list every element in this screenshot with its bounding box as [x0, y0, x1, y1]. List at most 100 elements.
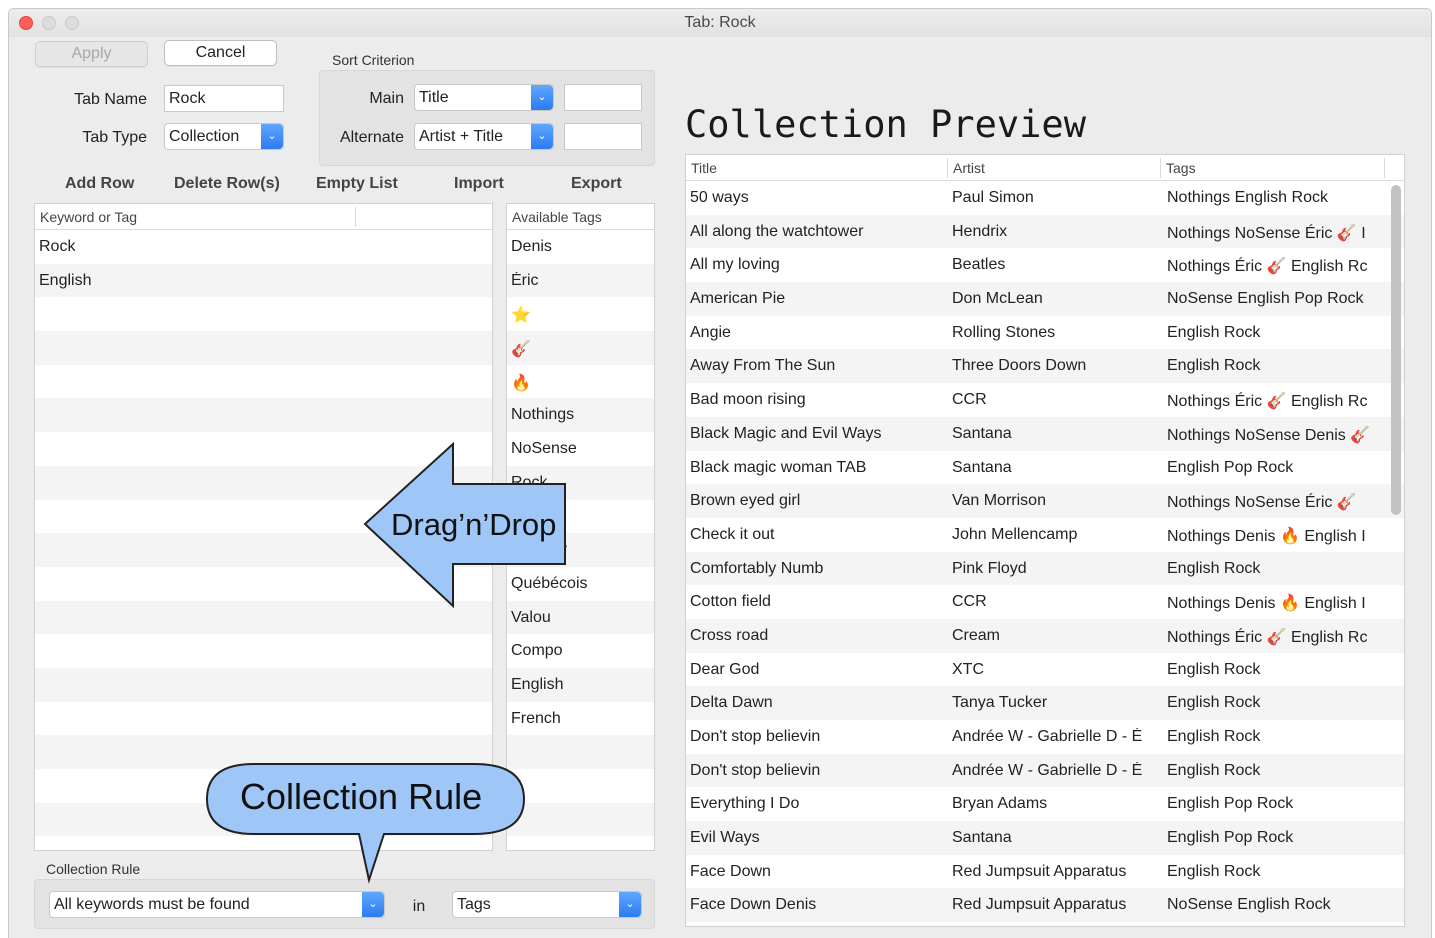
available-tags-row[interactable]: Éric — [507, 263, 654, 298]
apply-button[interactable]: Apply — [35, 41, 148, 67]
keyword-table-row[interactable] — [35, 702, 492, 736]
export-button[interactable]: Export — [571, 175, 622, 193]
preview-table-row[interactable]: Face Down Red Jumpsuit Apparatus English R… — [686, 855, 1404, 889]
available-tags-row[interactable] — [507, 735, 654, 769]
artist-cell: Van Morrison — [952, 492, 1046, 510]
available-tags-row[interactable]: French — [507, 702, 654, 736]
drag-drop-label: Drag’n’Drop — [391, 507, 557, 542]
sort-main-extra-field[interactable] — [564, 84, 642, 111]
tags-cell: Nothings NoSense Éric 🎸 — [1167, 494, 1357, 512]
available-tags-row[interactable]: Nothings — [507, 398, 654, 433]
tag-cell: French — [511, 709, 561, 727]
available-tags-row[interactable]: Denis — [507, 230, 654, 264]
keyword-column-header[interactable]: Keyword or Tag — [40, 209, 137, 225]
preview-table-row[interactable]: Cotton field CCR Nothings Denis 🔥 English … — [686, 585, 1404, 619]
available-tags-row[interactable]: 🎸 — [507, 331, 654, 365]
artist-cell: Santana — [952, 458, 1012, 476]
song-title-cell: Bad moon rising — [690, 391, 806, 409]
preview-table-row[interactable]: Bad moon rising CCR Nothings Éric 🎸 Englis… — [686, 383, 1404, 417]
song-title-cell: Face Down Denis — [690, 896, 817, 914]
import-button[interactable]: Import — [454, 175, 504, 193]
add-row-button[interactable]: Add Row — [65, 175, 134, 193]
preview-table-row[interactable]: Check it out John Mellencamp Nothings Deni… — [686, 518, 1404, 552]
sort-alternate-value: Artist + Title — [419, 128, 504, 145]
preview-table-row[interactable]: All along the watchtower Hendrix Nothings … — [686, 214, 1404, 249]
preview-table-row[interactable]: Brown eyed girl Van Morrison Nothings NoSe… — [686, 484, 1404, 518]
preview-table-row[interactable]: Evil Ways Santana English Pop Rock — [686, 821, 1404, 855]
available-tags-row[interactable] — [507, 802, 654, 837]
keyword-table-row[interactable]: Rock — [35, 230, 492, 264]
preview-table-row[interactable]: Angie Rolling Stones English Rock — [686, 316, 1404, 350]
song-title-cell: Cross road — [690, 626, 769, 644]
keyword-table-row[interactable] — [35, 667, 492, 702]
keyword-table-row[interactable] — [35, 331, 492, 365]
preview-table-row[interactable]: Cross road Cream Nothings Éric 🎸 English R… — [686, 618, 1404, 653]
keyword-table-row[interactable] — [35, 365, 492, 399]
artist-cell: Cream — [952, 626, 1001, 644]
sort-alternate-label: Alternate — [339, 129, 404, 146]
tag-cell: Compo — [511, 642, 563, 660]
song-title-cell: Evil Ways — [690, 829, 760, 847]
available-tags-row[interactable]: English — [507, 667, 654, 702]
tag-cell: Éric — [511, 271, 539, 289]
available-tags-row[interactable]: 🔥 — [507, 365, 654, 399]
available-tags-row[interactable]: Compo — [507, 634, 654, 668]
artist-cell: Rolling Stones — [952, 323, 1056, 341]
artist-cell: Don McLean — [952, 290, 1043, 308]
tags-column-header[interactable]: Tags — [1166, 160, 1196, 176]
artist-cell: Three Doors Down — [952, 357, 1087, 375]
artist-cell: Tanya Tucker — [952, 694, 1048, 712]
song-title-cell: Check it out — [690, 525, 775, 543]
rule-condition-popup[interactable]: All keywords must be found ⌄ — [49, 891, 385, 918]
empty-list-button[interactable]: Empty List — [316, 175, 398, 193]
available-tags-column-header[interactable]: Available Tags — [512, 209, 602, 225]
preview-scrollbar[interactable] — [1391, 185, 1401, 916]
keyword-table-header: Keyword or Tag — [35, 204, 492, 230]
cancel-button[interactable]: Cancel — [164, 40, 277, 66]
keyword-table-row[interactable] — [35, 297, 492, 331]
preview-table-row[interactable]: Black magic woman TAB Santana English Pop … — [686, 451, 1404, 485]
tab-name-field[interactable]: Rock — [164, 85, 284, 112]
sort-main-popup[interactable]: Title ⌄ — [414, 84, 554, 111]
preview-table-row[interactable]: Away From The Sun Three Doors Down English… — [686, 349, 1404, 384]
preview-table-row[interactable]: Don't stop believin Andrée W - Gabrielle … — [686, 753, 1404, 788]
preview-table-row[interactable]: 50 ways Paul Simon Nothings English Rock — [686, 181, 1404, 215]
artist-column-header[interactable]: Artist — [953, 160, 985, 176]
chevron-updown-icon: ⌄ — [531, 85, 553, 110]
keyword-cell: Rock — [39, 238, 76, 255]
preview-table-row[interactable]: Comfortably Numb Pink Floyd English Rock — [686, 551, 1404, 586]
song-title-cell: Delta Dawn — [690, 694, 773, 712]
keyword-table-row[interactable] — [35, 634, 492, 668]
preview-scroll-thumb[interactable] — [1391, 185, 1401, 515]
preview-table-row[interactable]: All my loving Beatles Nothings Éric 🎸 Engl… — [686, 248, 1404, 282]
preview-table-row[interactable]: Delta Dawn Tanya Tucker English Rock — [686, 686, 1404, 720]
artist-cell: XTC — [952, 660, 984, 678]
keyword-table-row[interactable]: English — [35, 263, 492, 298]
preview-table-row[interactable]: Black Magic and Evil Ways Santana Nothings… — [686, 416, 1404, 451]
sort-alternate-popup[interactable]: Artist + Title ⌄ — [414, 123, 554, 150]
tab-type-label: Tab Type — [82, 129, 147, 146]
collection-rule-callout-label: Collection Rule — [240, 776, 483, 817]
sort-alternate-extra-field[interactable] — [564, 123, 642, 150]
tags-cell: English Rock — [1167, 728, 1261, 745]
preview-table-row[interactable]: Face Down Denis Red Jumpsuit Apparatus NoS… — [686, 888, 1404, 923]
preview-table-row[interactable]: American Pie Don McLean NoSense English Po… — [686, 282, 1404, 316]
rule-field-value: Tags — [457, 896, 491, 913]
delete-rows-button[interactable]: Delete Row(s) — [174, 175, 280, 193]
tags-cell: English Rock — [1167, 761, 1261, 779]
artist-cell: Red Jumpsuit Apparatus — [952, 862, 1127, 880]
collection-rule-title: Collection Rule — [46, 861, 141, 877]
title-column-header[interactable]: Title — [691, 160, 717, 176]
chevron-updown-icon: ⌄ — [531, 124, 553, 149]
preview-table-row[interactable]: Dear God XTC English Rock — [686, 653, 1404, 687]
preview-table-row[interactable]: Everything I Do Bryan Adams English Pop Ro… — [686, 787, 1404, 821]
rule-field-popup[interactable]: Tags ⌄ — [452, 891, 642, 918]
available-tags-row[interactable]: ⭐ — [507, 297, 654, 331]
keyword-table-row[interactable] — [35, 398, 492, 433]
tab-type-popup[interactable]: Collection ⌄ — [164, 123, 284, 150]
sort-criterion-title: Sort Criterion — [332, 52, 415, 68]
artist-cell: Paul Simon — [952, 189, 1034, 206]
collection-preview-table[interactable]: Title Artist Tags 50 ways Paul Simon Nothi… — [685, 154, 1405, 927]
available-tags-row[interactable] — [507, 769, 654, 803]
preview-table-row[interactable]: Don't stop believin Andrée W - Gabrielle … — [686, 720, 1404, 754]
